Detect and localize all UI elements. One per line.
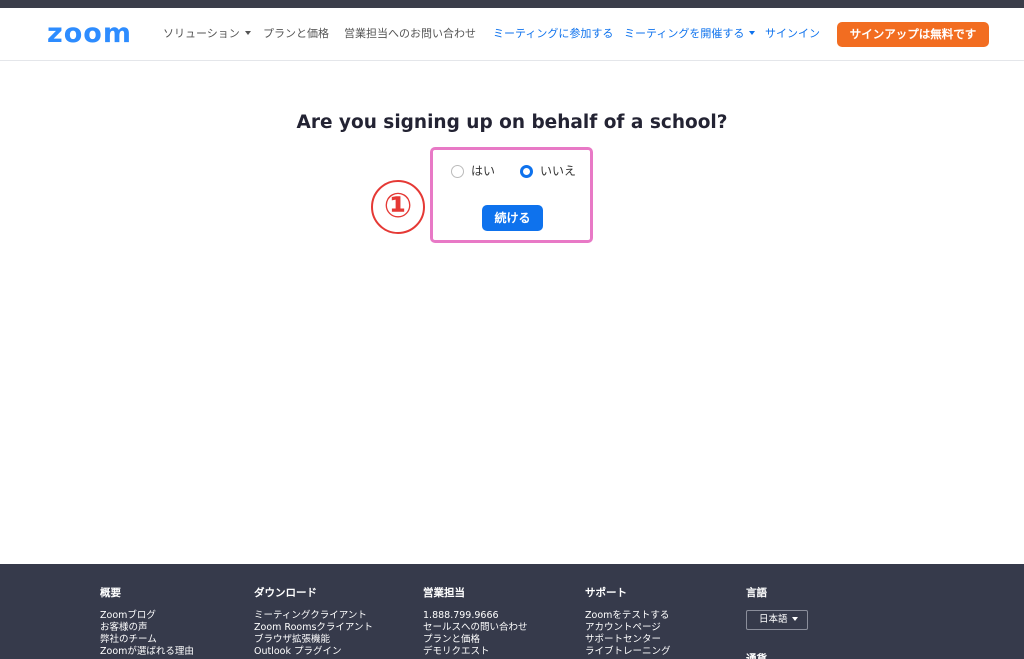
footer-link[interactable]: Zoomをテストする (585, 610, 671, 622)
nav-join-meeting[interactable]: ミーティングに参加する (493, 27, 613, 41)
radio-option-no[interactable]: いいえ (520, 162, 576, 180)
footer-link[interactable]: プランと価格 (423, 634, 528, 646)
footer-heading: 概要 (100, 587, 121, 599)
nav-plans[interactable]: プランと価格 (263, 27, 329, 41)
chevron-down-icon (244, 31, 251, 35)
language-select[interactable]: 日本語 (746, 610, 808, 630)
footer-heading: 営業担当 (423, 587, 465, 599)
footer-link[interactable]: Zoom Roomsクライアント (254, 622, 373, 634)
footer-column-about: 概要 Zoomブログ お客様の声 弊社のチーム Zoomが選ばれる理由 (100, 586, 194, 658)
chevron-down-icon (791, 616, 798, 621)
footer-column-download: ダウンロード ミーティングクライアント Zoom Roomsクライアント ブラウ… (254, 586, 373, 658)
footer-link[interactable]: ミーティングクライアント (254, 610, 373, 622)
footer-link[interactable]: デモリクエスト (423, 646, 528, 658)
footer-column-language: 言語 日本語 (746, 586, 808, 630)
footer-link[interactable]: 1.888.799.9666 (423, 610, 528, 622)
top-strip (0, 0, 1024, 8)
language-select-value: 日本語 (759, 614, 788, 625)
footer-link[interactable]: お客様の声 (100, 622, 194, 634)
continue-button[interactable]: 続ける (482, 205, 543, 231)
radio-unchecked-icon[interactable] (451, 164, 464, 178)
footer-column-sales: 営業担当 1.888.799.9666 セールスへの問い合わせ プランと価格 デ… (423, 586, 528, 658)
footer-link[interactable]: Zoomが選ばれる理由 (100, 646, 194, 658)
nav-host-meeting-label: ミーティングを開催する (624, 27, 745, 40)
nav-solutions-label: ソリューション (163, 27, 240, 40)
nav-solutions[interactable]: ソリューション (163, 27, 251, 41)
radio-label-no: いいえ (540, 164, 577, 178)
footer-heading-currency: 通貨 (746, 653, 767, 659)
sign-up-free-button[interactable]: サインアップは無料です (837, 22, 989, 47)
radio-option-yes[interactable]: はい (451, 162, 495, 180)
site-footer: 概要 Zoomブログ お客様の声 弊社のチーム Zoomが選ばれる理由 ダウンロ… (0, 564, 1024, 659)
nav-sign-in[interactable]: サインイン (765, 27, 820, 41)
chevron-down-icon (749, 31, 756, 35)
zoom-logo[interactable]: zoom (47, 20, 132, 47)
footer-link[interactable]: Outlook プラグイン (254, 646, 373, 658)
radio-label-yes: はい (471, 164, 496, 178)
footer-link[interactable]: ライブトレーニング (585, 646, 671, 658)
footer-link[interactable]: アカウントページ (585, 622, 671, 634)
footer-heading: サポート (585, 587, 627, 599)
footer-link[interactable]: サポートセンター (585, 634, 671, 646)
school-question-heading: Are you signing up on behalf of a school… (296, 112, 728, 133)
nav-contact-sales[interactable]: 営業担当へのお問い合わせ (344, 27, 476, 41)
footer-link[interactable]: ブラウザ拡張機能 (254, 634, 373, 646)
footer-column-support: サポート Zoomをテストする アカウントページ サポートセンター ライブトレー… (585, 586, 671, 658)
nav-host-meeting[interactable]: ミーティングを開催する (624, 27, 756, 41)
footer-link[interactable]: 弊社のチーム (100, 634, 194, 646)
footer-heading: ダウンロード (254, 587, 317, 599)
step-1-marker: ① (371, 180, 425, 234)
radio-checked-icon[interactable] (520, 164, 533, 178)
footer-link[interactable]: セールスへの問い合わせ (423, 622, 528, 634)
site-header: zoom ソリューション プランと価格 営業担当へのお問い合わせ ミーティングに… (0, 8, 1024, 61)
footer-heading: 言語 (746, 587, 767, 599)
footer-link[interactable]: Zoomブログ (100, 610, 194, 622)
